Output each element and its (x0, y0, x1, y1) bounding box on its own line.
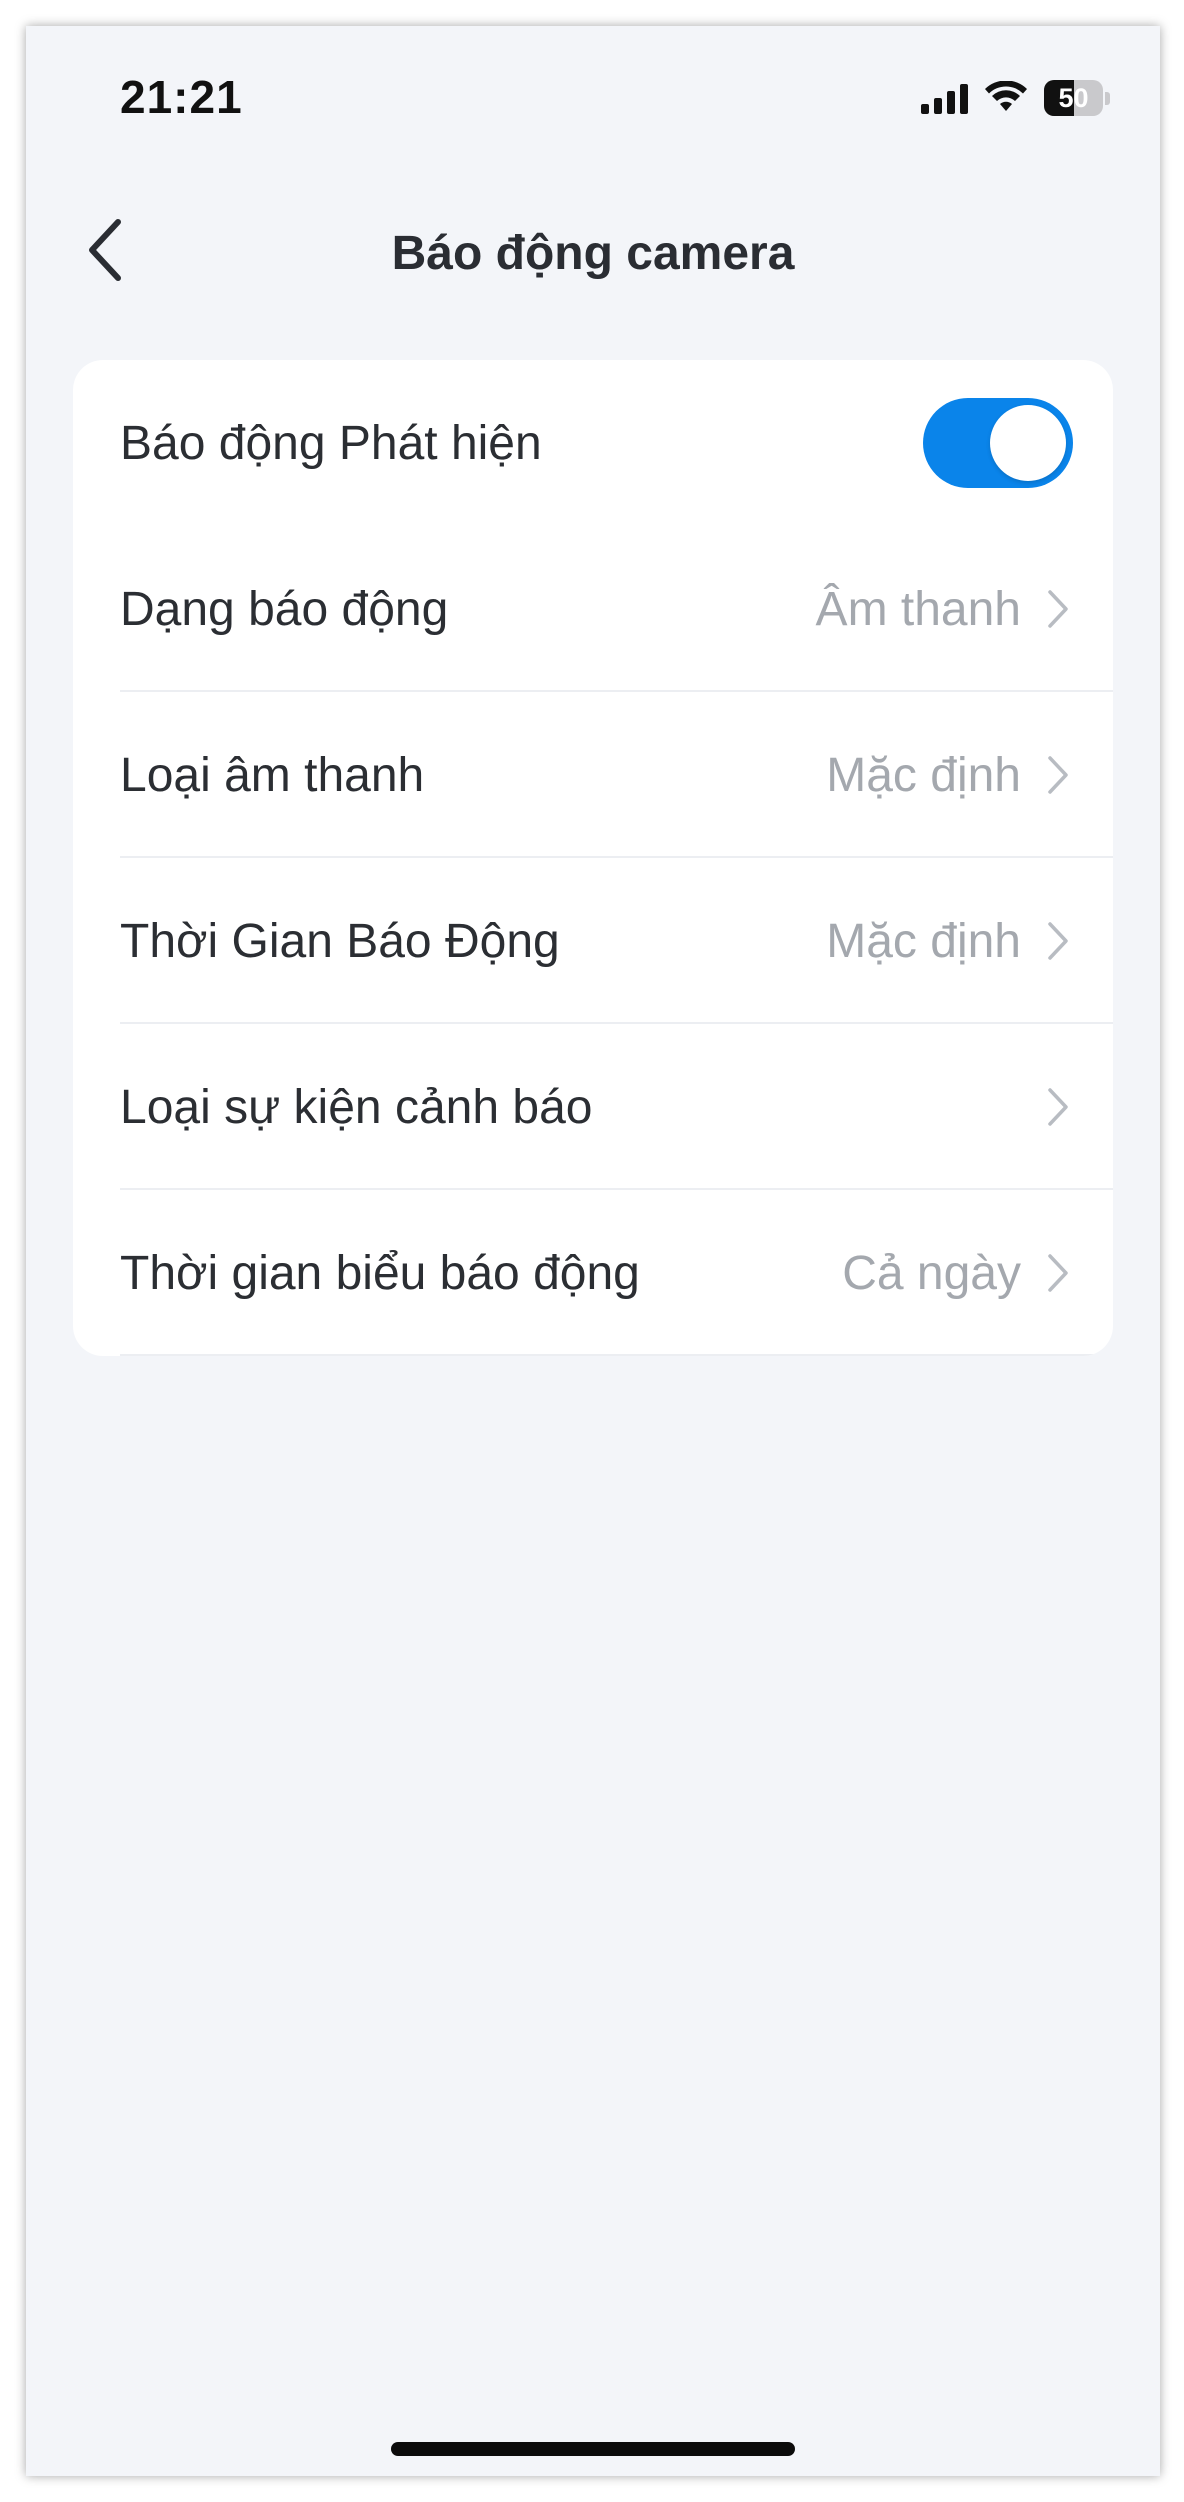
detection-alarm-row: Báo động Phát hiện (73, 360, 1113, 526)
chevron-right-icon (1043, 586, 1073, 632)
sound-type-label: Loại âm thanh (120, 748, 425, 802)
alarm-mode-label: Dạng báo động (120, 582, 449, 636)
chevron-right-icon (1043, 1084, 1073, 1130)
battery-icon: 50 (1044, 80, 1110, 116)
alarm-settings-card: Báo động Phát hiện Dạng báo động Âm than… (73, 360, 1113, 1356)
alarm-schedule-value: Cả ngày (842, 1246, 1021, 1300)
wifi-icon (985, 81, 1027, 111)
status-bar: 21:21 50 (26, 26, 1160, 146)
alarm-duration-label: Thời Gian Báo Động (120, 914, 560, 968)
detection-alarm-label: Báo động Phát hiện (120, 416, 542, 470)
chevron-right-icon (1043, 752, 1073, 798)
phone-screen: 21:21 50 Báo động camera Báo động Phát h… (26, 26, 1160, 2476)
alarm-mode-value: Âm thanh (815, 582, 1021, 636)
alert-event-type-row[interactable]: Loại sự kiện cảnh báo (73, 1024, 1113, 1190)
alarm-schedule-label: Thời gian biểu báo động (120, 1246, 640, 1300)
alarm-mode-row[interactable]: Dạng báo động Âm thanh (73, 526, 1113, 692)
home-indicator[interactable] (391, 2442, 795, 2456)
detection-alarm-toggle[interactable] (923, 398, 1073, 488)
sound-type-value: Mặc định (826, 748, 1021, 802)
alert-event-type-label: Loại sự kiện cảnh báo (120, 1080, 593, 1134)
alarm-schedule-row[interactable]: Thời gian biểu báo động Cả ngày (73, 1190, 1113, 1356)
battery-percentage: 50 (1058, 82, 1089, 113)
alarm-duration-value: Mặc định (826, 914, 1021, 968)
chevron-right-icon (1043, 918, 1073, 964)
alarm-duration-row[interactable]: Thời Gian Báo Động Mặc định (73, 858, 1113, 1024)
page-title: Báo động camera (391, 227, 795, 280)
status-time: 21:21 (120, 71, 243, 123)
toggle-knob (990, 405, 1066, 481)
cellular-signal-icon (921, 82, 968, 114)
chevron-right-icon (1043, 1250, 1073, 1296)
navigation-bar: Báo động camera (26, 186, 1160, 316)
status-icons: 50 (921, 76, 1110, 120)
sound-type-row[interactable]: Loại âm thanh Mặc định (73, 692, 1113, 858)
